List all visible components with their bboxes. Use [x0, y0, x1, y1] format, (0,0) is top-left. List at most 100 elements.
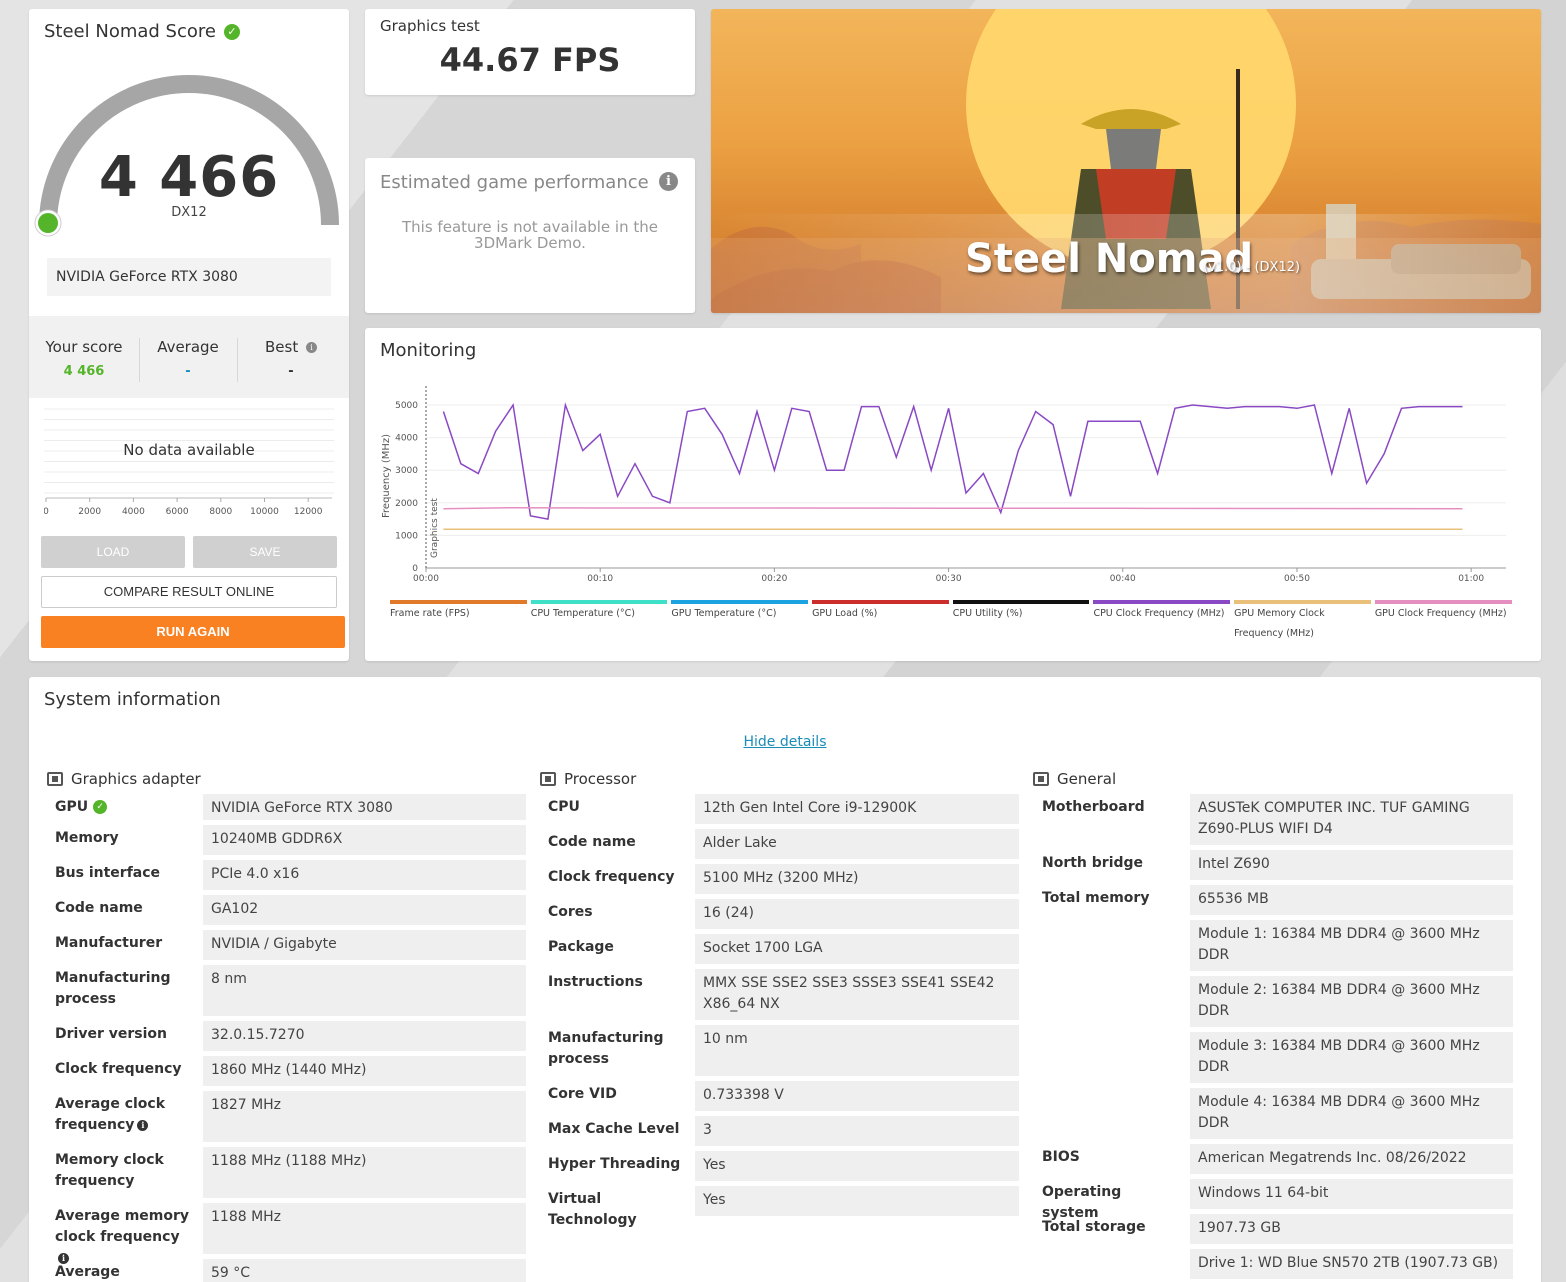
x-tick-label: 00:40: [1110, 574, 1136, 584]
spec-value: Drive 1: WD Blue SN570 2TB (1907.73 GB): [1190, 1249, 1513, 1279]
spec-key-text: Hyper Threading: [548, 1156, 681, 1172]
score-card: Steel Nomad Score ✓ 4 466 DX12 NVIDIA Ge…: [29, 9, 349, 661]
spec-key-text: Motherboard: [1042, 799, 1145, 815]
verified-check-icon: ✓: [93, 800, 108, 814]
spec-key: Total storage: [1042, 1214, 1180, 1238]
spec-key-text: Instructions: [548, 974, 643, 990]
no-data-message: No data available: [123, 441, 255, 459]
info-icon[interactable]: i: [659, 172, 678, 191]
estimated-performance-card: Estimated game performance i This featur…: [365, 158, 695, 313]
series-line: [443, 506, 1463, 510]
spec-key-text: Clock frequency: [548, 869, 675, 885]
legend-item[interactable]: CPU Clock Frequency (MHz): [1093, 599, 1234, 644]
spec-key-text: Total storage: [1042, 1219, 1146, 1235]
spec-value: 1827 MHz: [203, 1091, 526, 1142]
verified-check-icon: ✓: [223, 23, 240, 40]
spec-key: [1042, 920, 1180, 923]
spec-key: Core VID: [548, 1081, 684, 1105]
spec-key: Code name: [55, 895, 193, 919]
spec-key-text: Average: [55, 1264, 120, 1280]
general-title: General: [1057, 770, 1117, 788]
score-title: Steel Nomad Score ✓: [44, 21, 240, 42]
spec-value: Module 3: 16384 MB DDR4 @ 3600 MHz DDR: [1190, 1032, 1513, 1083]
spec-key-text: Manufacturer: [55, 935, 163, 951]
legend-label: CPU Temperature (°C): [530, 608, 636, 619]
graphics-card-icon: [47, 772, 63, 786]
y-tick-label: 5000: [395, 401, 418, 411]
spec-key: Virtual Technology: [548, 1186, 684, 1231]
spec-value: 59 °C: [203, 1259, 526, 1282]
score-api: DX12: [171, 205, 207, 220]
spec-key-text: Bus interface: [55, 865, 161, 881]
legend-item[interactable]: Frame rate (FPS): [390, 599, 531, 644]
spec-key: CPU: [548, 794, 684, 818]
spec-key: [1042, 976, 1180, 979]
spec-key: Clock frequency: [55, 1056, 193, 1080]
spec-value: 8 nm: [203, 965, 526, 1016]
spec-key-text: Package: [548, 939, 614, 955]
banner-title: Steel Nomad: [965, 236, 1254, 282]
spec-value: 1188 MHz: [203, 1203, 526, 1254]
spec-value: Yes: [695, 1151, 1019, 1181]
histogram-ticks: 0 2000 4000 6000 8000 10000 12000: [44, 498, 323, 517]
x-tick-label: 00:10: [587, 574, 613, 584]
y-tick-label: 3000: [395, 466, 418, 476]
spec-value: 1907.73 GB: [1190, 1214, 1513, 1244]
spec-key-text: Clock frequency: [55, 1061, 182, 1077]
banner-subtitle: (v1.0) - (DX12): [1203, 260, 1301, 275]
score-comparison: Your score 4 466 Average - Best i -: [29, 316, 349, 398]
monitoring-card: Monitoring 0 1000 2000 3000 4000 5000 00:00 00:…: [365, 328, 1541, 661]
save-button[interactable]: SAVE: [193, 536, 337, 568]
info-icon[interactable]: i: [306, 342, 317, 353]
score-histogram: 0 2000 4000 6000 8000 10000 12000: [44, 408, 334, 517]
graphics-test-value: 44.67 FPS: [439, 41, 621, 79]
general-header: General: [1033, 768, 1515, 790]
legend-item[interactable]: GPU Load (%): [812, 599, 953, 644]
graphics-adapter-title: Graphics adapter: [71, 770, 201, 788]
best-col: Best i -: [241, 338, 341, 379]
legend-label: GPU Load (%): [812, 608, 878, 619]
histogram-tick-label: 2000: [78, 507, 101, 517]
spec-key: Instructions: [548, 969, 684, 993]
spec-key-text: Virtual Technology: [548, 1191, 637, 1228]
spec-value: Module 2: 16384 MB DDR4 @ 3600 MHz DDR: [1190, 976, 1513, 1027]
run-again-button[interactable]: RUN AGAIN: [41, 616, 345, 648]
your-score-label: Your score: [45, 338, 123, 356]
legend-label: GPU Temperature (°C): [671, 608, 777, 619]
your-score-col: Your score 4 466: [34, 338, 134, 379]
legend-item[interactable]: CPU Temperature (°C): [530, 599, 672, 644]
spec-value: 1860 MHz (1440 MHz): [203, 1056, 526, 1086]
y-tick-label: 2000: [395, 499, 418, 509]
load-button[interactable]: LOAD: [41, 536, 185, 568]
spec-value: Yes: [695, 1186, 1019, 1216]
spec-key: Package: [548, 934, 684, 958]
spec-key-text: North bridge: [1042, 855, 1144, 871]
spec-key: Memory clock frequency: [55, 1147, 193, 1192]
spec-key: North bridge: [1042, 850, 1180, 874]
x-tick-label: 01:00: [1458, 574, 1484, 584]
chart-series: [442, 402, 1463, 531]
spec-key: [1042, 1249, 1180, 1252]
spec-key-text: Code name: [55, 900, 143, 916]
hide-details-link[interactable]: Hide details: [29, 734, 1541, 750]
spec-key: Driver version: [55, 1021, 193, 1045]
y-tick-label: 0: [412, 564, 418, 574]
spec-key: Average: [55, 1259, 193, 1282]
spec-key: Manufacturing process: [55, 965, 193, 1010]
legend-item[interactable]: GPU Clock Frequency (MHz): [1374, 599, 1516, 644]
info-icon[interactable]: i: [137, 1119, 149, 1131]
best-label: Best: [265, 338, 299, 356]
chart-legend: Frame rate (FPS) CPU Temperature (°C) GPU …: [390, 599, 1516, 644]
x-tick-label: 00:30: [936, 574, 962, 584]
gpu-name: NVIDIA GeForce RTX 3080: [47, 258, 331, 296]
spec-value: PCIe 4.0 x16: [203, 860, 526, 890]
legend-item[interactable]: GPU Temperature (°C): [671, 599, 812, 644]
spec-value: 1188 MHz (1188 MHz): [203, 1147, 526, 1198]
legend-item[interactable]: GPU Memory Clock Frequency (MHz): [1234, 599, 1375, 644]
spec-key-text: Manufacturing process: [55, 970, 171, 1007]
legend-label: CPU Clock Frequency (MHz): [1093, 608, 1225, 619]
compare-result-online-button[interactable]: COMPARE RESULT ONLINE: [41, 576, 337, 608]
spec-key: Hyper Threading: [548, 1151, 684, 1175]
processor-title: Processor: [564, 770, 637, 788]
legend-item[interactable]: CPU Utility (%): [952, 599, 1094, 644]
